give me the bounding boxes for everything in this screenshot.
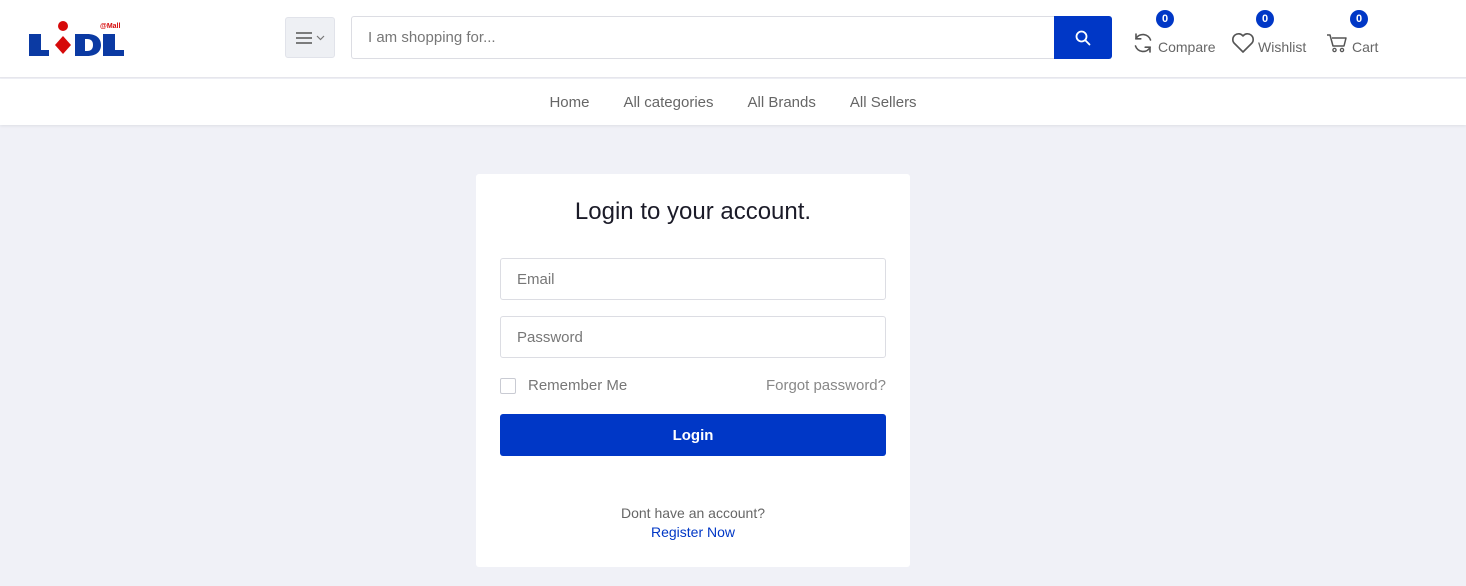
wishlist-link[interactable]: 0 Wishlist <box>1230 10 1307 60</box>
logo-wordmark-l1 <box>29 34 49 56</box>
email-field[interactable] <box>500 258 886 300</box>
cart-icon-wrap: 0 <box>1324 10 1368 56</box>
logo-dot <box>58 21 68 31</box>
nav-all-categories[interactable]: All categories <box>623 94 713 111</box>
login-button[interactable]: Login <box>500 414 886 456</box>
chevron-down-icon <box>316 35 324 40</box>
login-card: Login to your account. Remember Me Forgo… <box>476 174 910 567</box>
category-menu-button[interactable] <box>285 17 335 58</box>
main-nav: Home All categories All Brands All Selle… <box>0 79 1466 125</box>
compare-count-badge: 0 <box>1156 10 1174 28</box>
compare-link[interactable]: 0 Compare <box>1130 10 1216 60</box>
remember-me-label: Remember Me <box>528 377 628 394</box>
login-title: Login to your account. <box>574 198 812 225</box>
forgot-password-link[interactable]: Forgot password? <box>766 377 886 394</box>
compare-label: Compare <box>1158 39 1216 55</box>
lidl-logo[interactable]: @Mall <box>27 18 127 60</box>
search-input[interactable] <box>351 16 1054 59</box>
nav-all-brands[interactable]: All Brands <box>748 94 816 111</box>
search-button[interactable] <box>1054 16 1112 59</box>
logo-diamond <box>55 36 71 54</box>
compare-icon-wrap: 0 <box>1130 10 1174 56</box>
hamburger-icon <box>295 31 312 44</box>
search-icon <box>1075 30 1091 45</box>
remember-me[interactable]: Remember Me <box>500 377 627 394</box>
heart-icon <box>1232 33 1254 53</box>
cart-icon <box>1327 34 1347 53</box>
nav-home[interactable]: Home <box>549 94 589 111</box>
cart-link[interactable]: 0 Cart <box>1324 10 1379 60</box>
wishlist-label: Wishlist <box>1258 39 1307 55</box>
no-account-text: Dont have an account? <box>621 505 765 521</box>
search-bar <box>351 16 1112 59</box>
logo-superscript: @Mall <box>100 23 120 30</box>
cart-count-badge: 0 <box>1350 10 1368 28</box>
logo-wordmark-d <box>75 34 101 56</box>
logo-wordmark-l2 <box>103 34 124 56</box>
header: @Mall 0 Compare <box>0 0 1466 78</box>
password-field[interactable] <box>500 316 886 358</box>
nav-all-sellers[interactable]: All Sellers <box>850 94 917 111</box>
refresh-icon <box>1134 33 1152 53</box>
register-link[interactable]: Register Now <box>476 524 910 540</box>
wishlist-count-badge: 0 <box>1256 10 1274 28</box>
cart-label: Cart <box>1352 39 1379 55</box>
remember-me-checkbox[interactable] <box>500 377 516 394</box>
wishlist-icon-wrap: 0 <box>1230 10 1274 56</box>
